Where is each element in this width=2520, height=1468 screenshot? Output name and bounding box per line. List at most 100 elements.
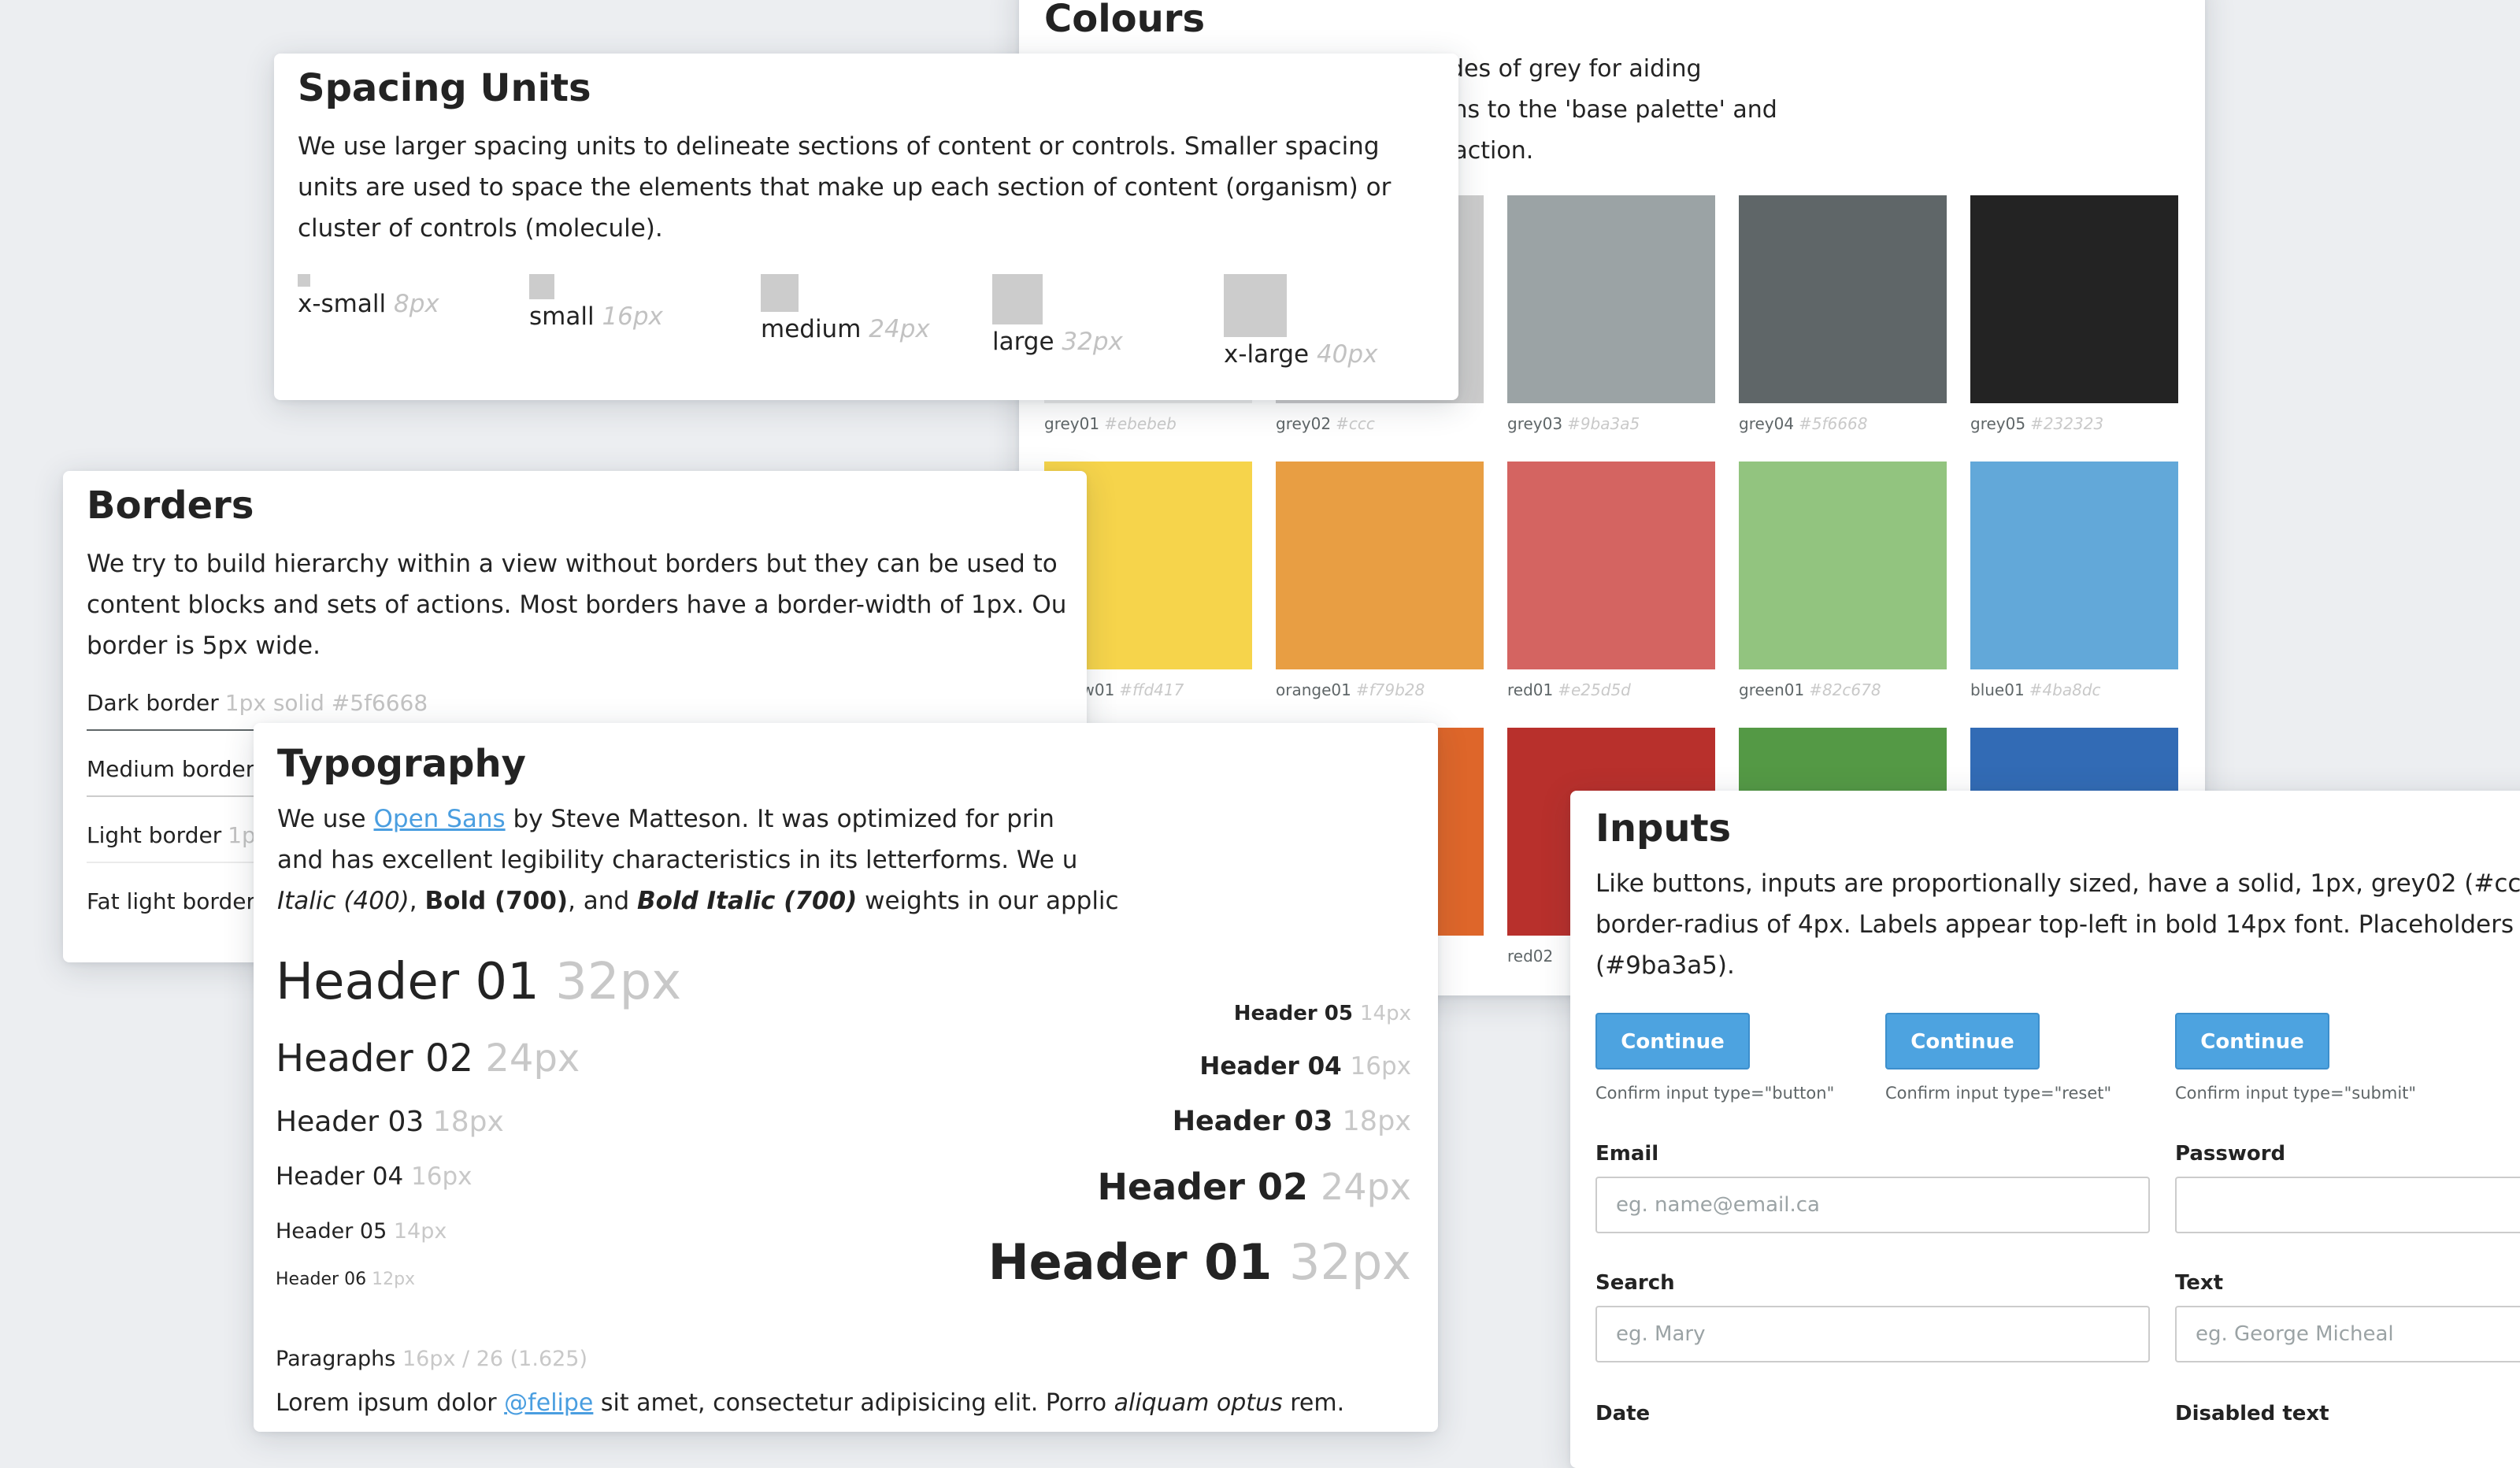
swatch-name: red02 bbox=[1507, 947, 1554, 966]
swatch-name: green01 bbox=[1739, 680, 1805, 699]
search-label: Search bbox=[1595, 1271, 1675, 1295]
swatch-label: grey03 #9ba3a5 bbox=[1507, 414, 1640, 433]
swatch-grey03 bbox=[1507, 195, 1715, 403]
header-03-sample: Header 03 18px bbox=[276, 1106, 504, 1138]
intro-text: and has excellent legibility characteris… bbox=[277, 846, 1078, 874]
borders-title: Borders bbox=[87, 484, 254, 528]
text-field[interactable] bbox=[2175, 1306, 2520, 1362]
spacing-size: 24px bbox=[869, 315, 930, 343]
swatch-red01 bbox=[1507, 462, 1715, 669]
typography-title: Typography bbox=[277, 742, 526, 786]
typography-description: We use Open Sans by Steve Matteson. It w… bbox=[277, 799, 1395, 921]
inputs-card: Inputs Like buttons, inputs are proporti… bbox=[1570, 791, 2520, 1468]
header-04-bold-sample: Header 04 16px bbox=[1199, 1052, 1411, 1081]
swatch-label: red02 bbox=[1507, 947, 1558, 966]
swatch-hex: #9ba3a5 bbox=[1567, 414, 1640, 433]
swatch-orange01 bbox=[1276, 462, 1484, 669]
button-caption: Confirm input type="button" bbox=[1595, 1084, 1835, 1103]
inputs-description-line: (#9ba3a5). bbox=[1595, 951, 1735, 980]
swatch-hex: #ebebeb bbox=[1104, 414, 1177, 433]
spacing-unit-medium: medium 24px bbox=[761, 274, 930, 343]
swatch-name: orange01 bbox=[1276, 680, 1351, 699]
swatch-hex: #ffd417 bbox=[1119, 680, 1184, 699]
spacing-unit-large: large 32px bbox=[992, 274, 1123, 356]
swatch-name: grey04 bbox=[1739, 414, 1795, 433]
swatch-hex: #f79b28 bbox=[1355, 680, 1425, 699]
border-label: Medium border bbox=[87, 756, 255, 782]
border-row-dark: Dark border 1px solid #5f6668 bbox=[87, 690, 1087, 716]
date-label: Date bbox=[1595, 1402, 1651, 1425]
swatch-hex: #4ba8dc bbox=[2029, 680, 2101, 699]
email-field[interactable] bbox=[1595, 1177, 2150, 1233]
password-label: Password bbox=[2175, 1142, 2286, 1166]
inputs-description-line: border-radius of 4px. Labels appear top-… bbox=[1595, 910, 2520, 939]
swatch-label: blue01 #4ba8dc bbox=[1970, 680, 2101, 699]
button-caption: Confirm input type="submit" bbox=[2175, 1084, 2417, 1103]
spacing-label: large bbox=[992, 328, 1054, 356]
continue-button-button[interactable]: Continue bbox=[1595, 1013, 1750, 1069]
swatch-grey04 bbox=[1739, 195, 1947, 403]
header-04-sample: Header 04 16px bbox=[276, 1162, 472, 1191]
spacing-unit-small: small 16px bbox=[529, 274, 663, 331]
spacing-unit-x-large: x-large 40px bbox=[1224, 274, 1377, 369]
spacing-size: 32px bbox=[1062, 328, 1123, 356]
swatch-green01 bbox=[1739, 462, 1947, 669]
password-field[interactable] bbox=[2175, 1177, 2520, 1233]
italic-weight: Italic (400) bbox=[277, 887, 410, 915]
swatch-name: grey01 bbox=[1044, 414, 1100, 433]
spacing-swatch bbox=[298, 274, 310, 287]
swatch-label: grey05 #232323 bbox=[1970, 414, 2103, 433]
inputs-description-line: Like buttons, inputs are proportionally … bbox=[1595, 869, 2520, 898]
inputs-title: Inputs bbox=[1595, 806, 1732, 851]
swatch-label: grey01 #ebebeb bbox=[1044, 414, 1177, 433]
intro-text: by Steve Matteson. It was optimized for … bbox=[505, 805, 1054, 833]
open-sans-link[interactable]: Open Sans bbox=[374, 805, 506, 833]
swatch-hex: #82c678 bbox=[1809, 680, 1881, 699]
felipe-link[interactable]: @felipe bbox=[504, 1389, 593, 1417]
header-01-sample: Header 01 32px bbox=[276, 953, 682, 1011]
spacing-size: 8px bbox=[393, 290, 439, 318]
spacing-size: 16px bbox=[602, 302, 663, 331]
swatch-hex: #ccc bbox=[1336, 414, 1375, 433]
swatch-name: blue01 bbox=[1970, 680, 2025, 699]
continue-submit-button[interactable]: Continue bbox=[2175, 1013, 2329, 1069]
spacing-title: Spacing Units bbox=[298, 66, 591, 110]
spacing-size: 40px bbox=[1316, 340, 1378, 369]
bold-italic-weight: Bold Italic (700) bbox=[636, 887, 858, 915]
borders-description-line: content blocks and sets of actions. Most… bbox=[87, 591, 1067, 619]
spacing-swatch bbox=[1224, 274, 1287, 337]
search-input[interactable] bbox=[1595, 1306, 2150, 1362]
colours-title: Colours bbox=[1044, 0, 1206, 41]
intro-text: We use bbox=[277, 805, 374, 833]
header-06-sample: Header 06 12px bbox=[276, 1270, 416, 1289]
borders-description: We try to build hierarchy within a view … bbox=[87, 543, 1087, 666]
inputs-description: Like buttons, inputs are proportionally … bbox=[1595, 863, 2520, 986]
header-05-sample: Header 05 14px bbox=[276, 1219, 447, 1244]
spacing-unit-x-small: x-small 8px bbox=[298, 274, 439, 318]
email-label: Email bbox=[1595, 1142, 1659, 1166]
swatch-label: grey04 #5f6668 bbox=[1739, 414, 1868, 433]
bold-weight: Bold (700) bbox=[424, 887, 569, 915]
swatch-hex: #5f6668 bbox=[1799, 414, 1868, 433]
swatch-label: red01 #e25d5d bbox=[1507, 680, 1631, 699]
border-label: Fat light border bbox=[87, 888, 255, 914]
swatch-label: orange01 #f79b28 bbox=[1276, 680, 1425, 699]
border-spec: 1px solid #5f6668 bbox=[224, 690, 428, 716]
spacing-label: small bbox=[529, 302, 595, 331]
header-01-bold-sample: Header 01 32px bbox=[988, 1233, 1411, 1291]
spacing-description: We use larger spacing units to delineate… bbox=[298, 132, 1392, 243]
header-03-bold-sample: Header 03 18px bbox=[1172, 1106, 1411, 1137]
header-02-bold-sample: Header 02 24px bbox=[1097, 1166, 1411, 1208]
text-label: Text bbox=[2175, 1271, 2224, 1295]
borders-description-line: border is 5px wide. bbox=[87, 632, 321, 660]
swatch-label: grey02 #ccc bbox=[1276, 414, 1375, 433]
header-02-sample: Header 02 24px bbox=[276, 1036, 580, 1081]
disabled-text-label: Disabled text bbox=[2175, 1402, 2329, 1425]
spacing-label: x-small bbox=[298, 290, 387, 318]
border-label: Light border bbox=[87, 822, 222, 848]
continue-reset-button[interactable]: Continue bbox=[1885, 1013, 2040, 1069]
swatch-grey05 bbox=[1970, 195, 2178, 403]
swatch-name: grey05 bbox=[1970, 414, 2026, 433]
spacing-label: medium bbox=[761, 315, 862, 343]
spacing-swatch bbox=[992, 274, 1043, 324]
